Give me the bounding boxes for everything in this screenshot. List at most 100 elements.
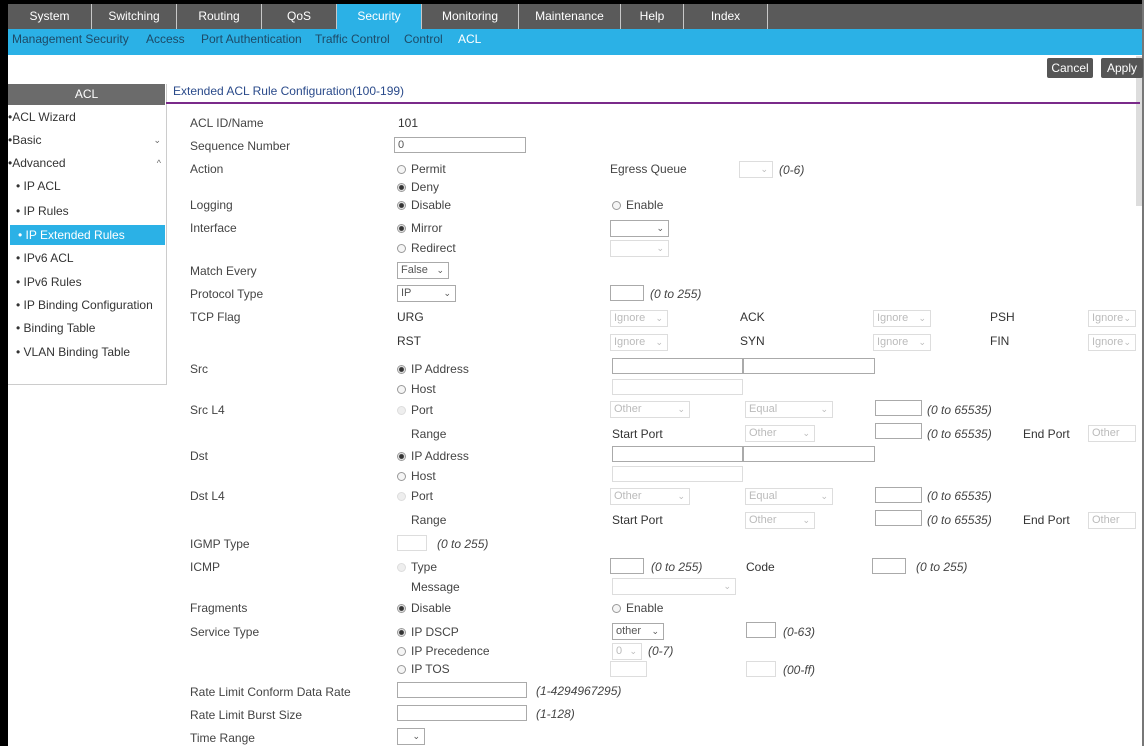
tab-routing[interactable]: Routing xyxy=(177,4,262,29)
sidebar-item-vlan-binding-table[interactable]: • VLAN Binding Table xyxy=(8,342,165,362)
urg-select[interactable]: Ignore ⌄ xyxy=(610,310,668,327)
apply-button[interactable]: Apply xyxy=(1101,58,1143,78)
src-end-port-select[interactable]: Other xyxy=(1088,425,1136,442)
sequence-number-input[interactable]: 0 xyxy=(394,137,526,153)
fin-select[interactable]: Ignore ⌄ xyxy=(1088,334,1136,351)
sidebar-item-ip-rules[interactable]: • IP Rules xyxy=(8,201,165,221)
dst-ip-address-radio[interactable]: IP Address xyxy=(397,449,469,463)
rate-burst-range-hint: (1-128) xyxy=(536,707,575,721)
icmp-message-radio[interactable]: Message xyxy=(397,580,460,594)
sidebar-item-acl-wizard[interactable]: •ACL Wizard xyxy=(8,107,165,127)
subnav-control[interactable]: Control xyxy=(404,29,443,55)
sidebar-item-binding-table[interactable]: • Binding Table xyxy=(8,318,165,338)
mirror-interface-select[interactable]: ⌄ xyxy=(610,220,669,237)
subnav-access[interactable]: Access xyxy=(146,29,185,55)
dst-ip-input[interactable] xyxy=(612,446,743,462)
sidebar-item-ipv6-rules[interactable]: • IPv6 Rules xyxy=(8,272,165,292)
src-start-port-select[interactable]: Other ⌄ xyxy=(745,425,815,442)
fragments-enable-radio[interactable]: Enable xyxy=(612,601,663,615)
src-mask-input[interactable] xyxy=(743,358,875,374)
logging-disable-radio[interactable]: Disable xyxy=(397,198,451,212)
sidebar-item-basic[interactable]: •Basic ⌄ xyxy=(8,130,165,150)
src-start-port-input[interactable] xyxy=(875,423,922,439)
dst-host-input[interactable] xyxy=(612,466,743,482)
ip-tos-mask-input[interactable] xyxy=(746,661,776,677)
sidebar-item-label: Binding Table xyxy=(23,321,96,335)
dst-port-select[interactable]: Other ⌄ xyxy=(610,488,690,505)
dst-port-operator-select[interactable]: Equal ⌄ xyxy=(745,488,833,505)
igmp-type-input[interactable] xyxy=(397,535,427,551)
src-port-select[interactable]: Other ⌄ xyxy=(610,401,690,418)
dst-start-port-select[interactable]: Other ⌄ xyxy=(745,512,815,529)
protocol-number-input[interactable] xyxy=(610,285,644,301)
psh-select[interactable]: Ignore ⌄ xyxy=(1088,310,1136,327)
tab-help[interactable]: Help xyxy=(621,4,684,29)
interface-redirect-radio[interactable]: Redirect xyxy=(397,241,456,255)
tab-system[interactable]: System xyxy=(8,4,92,29)
action-permit-radio[interactable]: Permit xyxy=(397,162,446,176)
dst-port-input[interactable] xyxy=(875,487,922,503)
time-range-select[interactable]: ⌄ xyxy=(397,728,425,745)
subnav-port-authentication[interactable]: Port Authentication xyxy=(201,29,302,55)
radio-label: Port xyxy=(411,489,434,503)
src-ip-address-radio[interactable]: IP Address xyxy=(397,362,469,376)
dst-range-radio[interactable]: Range xyxy=(397,513,446,527)
dst-end-port-select[interactable]: Other xyxy=(1088,512,1136,529)
rate-burst-label: Rate Limit Burst Size xyxy=(190,708,303,722)
syn-select[interactable]: Ignore ⌄ xyxy=(873,334,931,351)
icmp-message-select[interactable]: ⌄ xyxy=(612,578,736,595)
src-port-radio[interactable]: Port xyxy=(397,403,433,417)
tab-index[interactable]: Index xyxy=(684,4,768,29)
src-port-input[interactable] xyxy=(875,400,922,416)
subnav-traffic-control[interactable]: Traffic Control xyxy=(315,29,390,55)
tab-switching[interactable]: Switching xyxy=(92,4,177,29)
action-label: Action xyxy=(190,162,224,176)
sidebar-item-ip-acl[interactable]: • IP ACL xyxy=(8,176,165,196)
tab-monitoring[interactable]: Monitoring xyxy=(422,4,519,29)
dst-start-port-input[interactable] xyxy=(875,510,922,526)
sidebar-item-ipv6-acl[interactable]: • IPv6 ACL xyxy=(8,248,165,268)
fragments-disable-radio[interactable]: Disable xyxy=(397,601,451,615)
ip-tos-input[interactable] xyxy=(610,661,647,677)
src-port-operator-select[interactable]: Equal ⌄ xyxy=(745,401,833,418)
sidebar-item-ip-binding-configuration[interactable]: • IP Binding Configuration xyxy=(8,295,165,315)
ip-precedence-radio[interactable]: IP Precedence xyxy=(397,644,490,658)
src-host-radio[interactable]: Host xyxy=(397,382,436,396)
ip-tos-radio[interactable]: IP TOS xyxy=(397,662,450,676)
rst-select[interactable]: Ignore ⌄ xyxy=(610,334,668,351)
tab-security[interactable]: Security xyxy=(337,4,422,29)
protocol-type-select[interactable]: IP ⌄ xyxy=(397,285,456,302)
ip-dscp-select[interactable]: other ⌄ xyxy=(612,623,664,640)
sidebar-item-advanced[interactable]: •Advanced ^ xyxy=(8,153,165,173)
src-range-radio[interactable]: Range xyxy=(397,427,446,441)
logging-enable-radio[interactable]: Enable xyxy=(612,198,663,212)
radio-label: Type xyxy=(411,560,438,574)
match-every-select[interactable]: False ⌄ xyxy=(397,262,449,279)
tab-maintenance[interactable]: Maintenance xyxy=(519,4,621,29)
rate-conform-input[interactable] xyxy=(397,682,527,698)
ip-dscp-input[interactable] xyxy=(746,622,776,638)
action-deny-radio[interactable]: Deny xyxy=(397,180,439,194)
sidebar-item-label: IP Binding Configuration xyxy=(23,298,153,312)
sidebar-item-ip-extended-rules[interactable]: • IP Extended Rules xyxy=(10,225,165,245)
icmp-type-radio[interactable]: Type xyxy=(397,560,437,574)
cancel-button[interactable]: Cancel xyxy=(1047,58,1093,78)
icmp-type-input[interactable] xyxy=(610,558,644,574)
subnav-management-security[interactable]: Management Security xyxy=(12,29,129,55)
dst-mask-input[interactable] xyxy=(743,446,875,462)
ip-dscp-radio[interactable]: IP DSCP xyxy=(397,625,459,639)
src-host-input[interactable] xyxy=(612,379,743,395)
dst-host-radio[interactable]: Host xyxy=(397,469,436,483)
rate-burst-input[interactable] xyxy=(397,705,527,721)
redirect-interface-select[interactable]: ⌄ xyxy=(610,240,669,257)
dst-port-radio[interactable]: Port xyxy=(397,489,433,503)
ack-select[interactable]: Ignore ⌄ xyxy=(873,310,931,327)
interface-mirror-radio[interactable]: Mirror xyxy=(397,221,442,235)
scrollbar[interactable] xyxy=(1136,56,1142,206)
ip-precedence-select[interactable]: 0 ⌄ xyxy=(612,643,642,660)
tab-qos[interactable]: QoS xyxy=(262,4,337,29)
subnav-acl[interactable]: ACL xyxy=(458,29,481,55)
src-ip-input[interactable] xyxy=(612,358,743,374)
egress-queue-select[interactable]: ⌄ xyxy=(739,161,773,178)
icmp-code-input[interactable] xyxy=(872,558,906,574)
